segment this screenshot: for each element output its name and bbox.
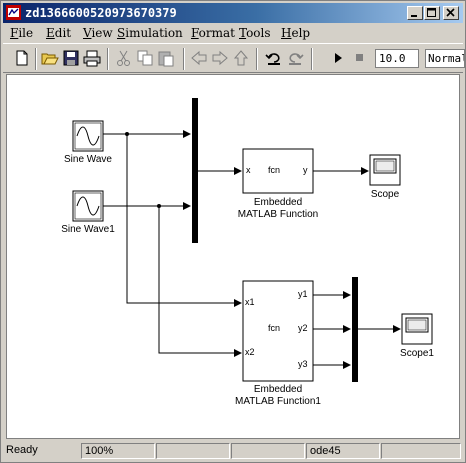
new-document-icon[interactable] [13, 49, 31, 67]
sine-wave1-block[interactable] [72, 190, 104, 222]
close-icon [446, 8, 455, 17]
status-state: Ready [6, 444, 38, 456]
open-folder-icon[interactable] [41, 49, 59, 67]
status-cell-4 [231, 443, 305, 459]
menu-tools[interactable]: Tools [239, 26, 271, 40]
toolbar-separator [35, 48, 37, 70]
menu-format[interactable]: Format [191, 26, 235, 40]
minimize-icon [411, 15, 417, 17]
fcn-output-port-label: y [303, 165, 308, 175]
embedded-matlab-function-label-line2: MATLAB Function [237, 209, 319, 220]
menu-help[interactable]: Help [281, 26, 310, 40]
back-arrow-icon[interactable] [190, 49, 208, 67]
maximize-icon [427, 8, 436, 17]
minimize-button[interactable] [407, 6, 423, 20]
close-button[interactable] [443, 6, 459, 20]
start-simulation-icon[interactable] [329, 49, 347, 67]
copy-icon[interactable] [136, 49, 154, 67]
fcn-text: fcn [268, 165, 281, 175]
save-icon[interactable] [62, 49, 80, 67]
status-zoom: 100% [81, 443, 155, 459]
scope1-label: Scope1 [400, 348, 434, 359]
fcn1-text: fcn [268, 323, 281, 333]
simulink-icon [6, 5, 21, 20]
menu-bar: File Edit View Simulation Format Tools H… [3, 24, 463, 42]
scope-block[interactable] [369, 154, 401, 186]
toolbar-separator [107, 48, 109, 70]
paste-icon[interactable] [157, 49, 175, 67]
embedded-matlab-function-label-line1: Embedded [253, 197, 303, 208]
toolbar-separator [256, 48, 258, 70]
scope-label: Scope [370, 189, 400, 200]
undo-icon[interactable] [265, 49, 283, 67]
status-cell-6 [381, 443, 461, 459]
fcn-input-port-label: x [246, 165, 251, 175]
model-canvas[interactable]: Sine Wave Sine Wave1 x fcn y Embedded MA… [6, 74, 460, 439]
forward-arrow-icon[interactable] [211, 49, 229, 67]
sine-wave-label: Sine Wave [64, 154, 112, 165]
maximize-button[interactable] [424, 6, 440, 20]
simulink-window: zd1366600520973670379 File Edit View Sim… [0, 0, 466, 463]
sine-wave1-label: Sine Wave1 [61, 224, 115, 235]
mux1-block[interactable] [352, 277, 358, 382]
toolbar-separator [183, 48, 185, 70]
toolbar-separator [311, 48, 313, 70]
mux-block[interactable] [192, 98, 198, 243]
fcn1-input-x1-label: x1 [245, 297, 255, 307]
menu-simulation[interactable]: Simulation [117, 26, 183, 40]
sine-wave-block[interactable] [72, 120, 104, 152]
simulation-mode-select[interactable]: Normal [425, 49, 465, 68]
fcn1-output-y3-label: y3 [298, 359, 308, 369]
fcn1-input-x2-label: x2 [245, 347, 255, 357]
branch-point [125, 132, 129, 136]
stop-simulation-icon[interactable] [351, 49, 369, 67]
window-title: zd1366600520973670379 [25, 6, 177, 20]
status-cell-3 [156, 443, 230, 459]
title-bar[interactable]: zd1366600520973670379 [3, 3, 463, 23]
menu-view[interactable]: View [83, 26, 113, 40]
toolbar: 10.0 Normal [3, 43, 465, 73]
branch-point [157, 204, 161, 208]
up-arrow-icon[interactable] [232, 49, 250, 67]
scope1-block[interactable] [401, 313, 433, 345]
fcn1-output-y2-label: y2 [298, 323, 308, 333]
menu-file[interactable]: File [10, 26, 33, 40]
menu-edit[interactable]: Edit [46, 26, 71, 40]
status-solver: ode45 [306, 443, 380, 459]
cut-icon[interactable] [115, 49, 133, 67]
embedded-matlab-function1-label-line2: MATLAB Function1 [235, 396, 321, 407]
print-icon[interactable] [83, 49, 101, 67]
redo-icon[interactable] [286, 49, 304, 67]
status-bar: Ready 100% ode45 [3, 442, 463, 460]
embedded-matlab-function1-label-line1: Embedded [253, 384, 303, 395]
fcn1-output-y1-label: y1 [298, 289, 308, 299]
stop-time-input[interactable]: 10.0 [375, 49, 419, 68]
